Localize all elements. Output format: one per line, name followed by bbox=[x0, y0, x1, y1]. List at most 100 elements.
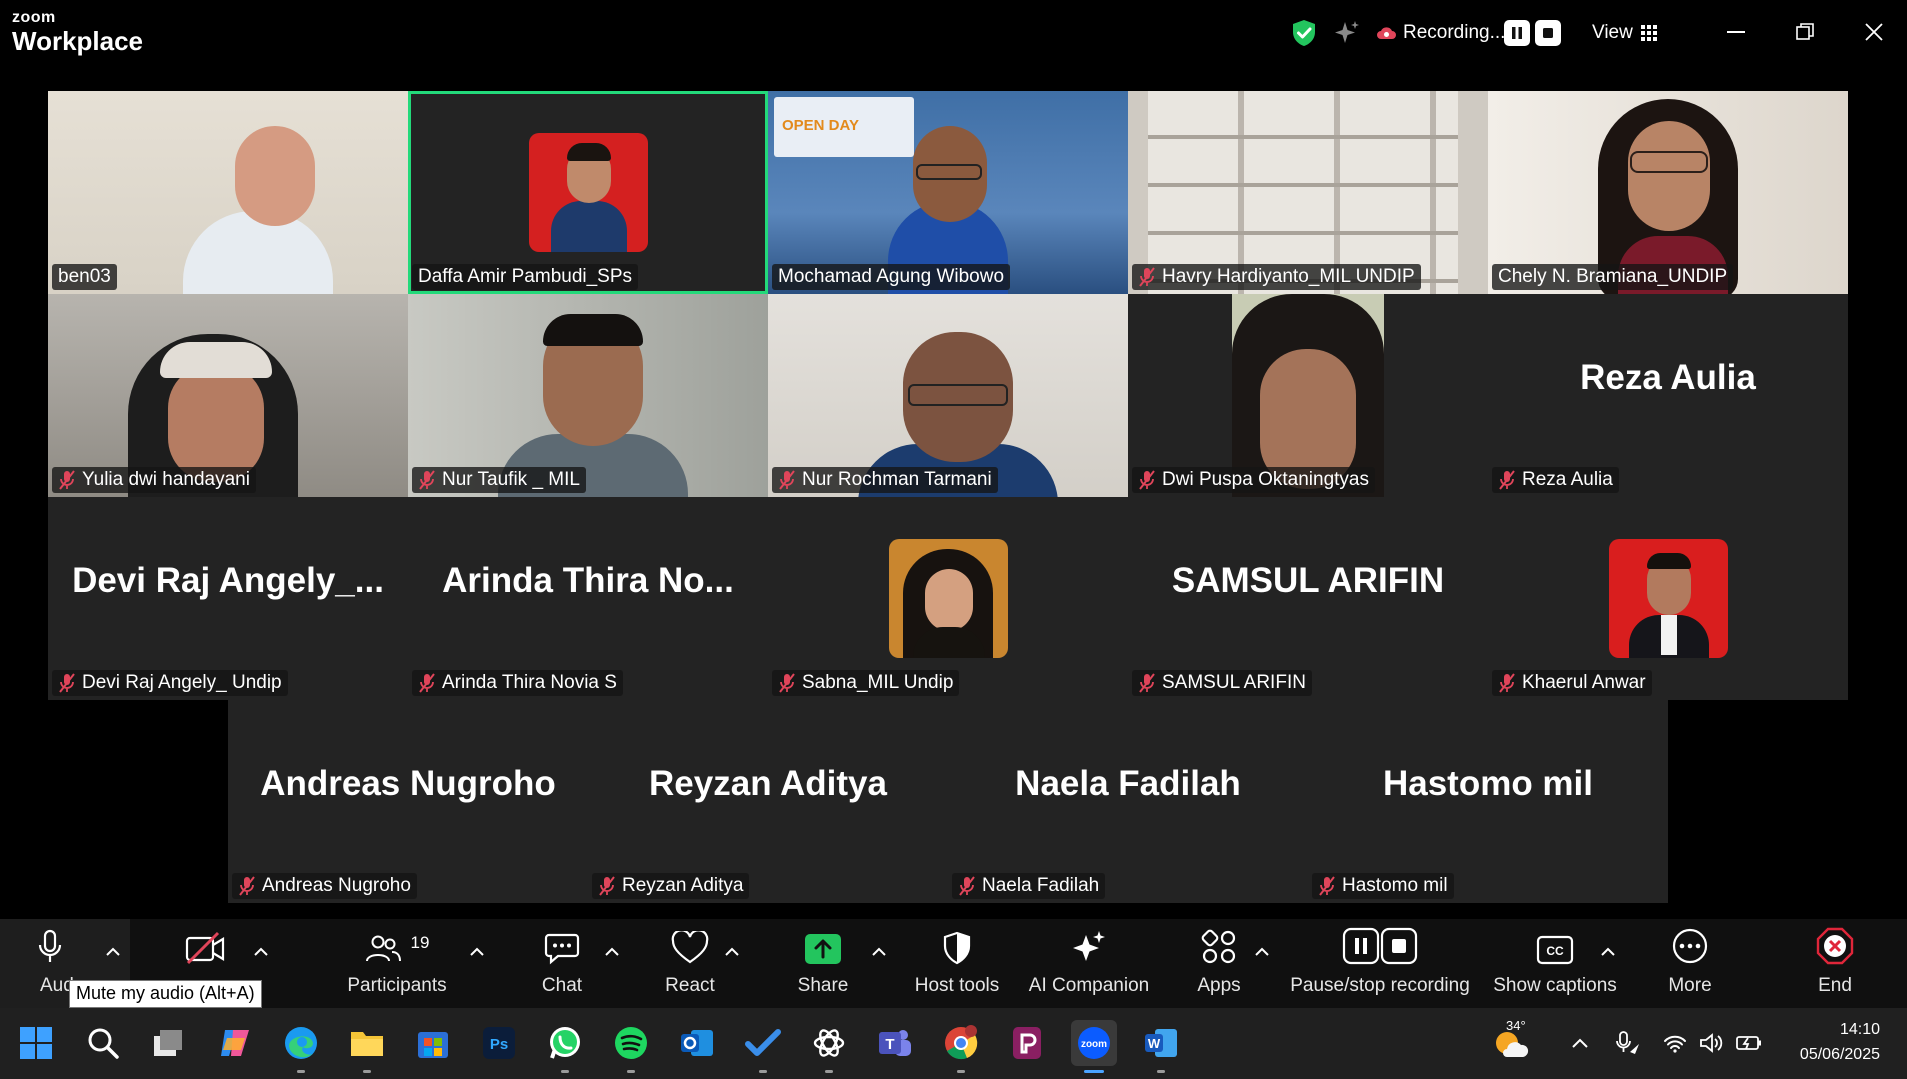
participant-name: Chely N. Bramiana_UNDIP bbox=[1492, 264, 1734, 290]
app-logo: zoom Workplace bbox=[12, 10, 143, 55]
video-options-caret-icon[interactable] bbox=[252, 945, 270, 959]
muted-mic-icon bbox=[419, 673, 435, 693]
participant-tile-reza[interactable]: Reza Aulia Reza Aulia bbox=[1488, 294, 1848, 497]
participant-tile-reyzan[interactable]: Reyzan Aditya Reyzan Aditya bbox=[588, 700, 948, 903]
participant-avatar bbox=[529, 133, 648, 252]
participant-tile-andreas[interactable]: Andreas Nugroho Andreas Nugroho bbox=[228, 700, 588, 903]
participant-tile-mochamad[interactable]: OPEN DAY Mochamad Agung Wibowo bbox=[768, 91, 1128, 294]
chat-options-caret-icon[interactable] bbox=[603, 945, 621, 959]
windows-start-icon[interactable] bbox=[13, 1020, 59, 1066]
participant-tile-dwi-puspa[interactable]: Dwi Puspa Oktaningtyas bbox=[1128, 294, 1488, 497]
participant-tile-hastomo[interactable]: Hastomo mil Hastomo mil bbox=[1308, 700, 1668, 903]
title-bar: zoom Workplace Recording... View bbox=[0, 0, 1907, 66]
battery-charging-icon[interactable] bbox=[1729, 1020, 1769, 1066]
share-label: Share bbox=[797, 975, 849, 996]
todo-icon[interactable] bbox=[740, 1020, 786, 1073]
chrome-icon[interactable] bbox=[938, 1020, 984, 1073]
pdf-icon[interactable] bbox=[1004, 1020, 1050, 1066]
chat-button[interactable]: Chat bbox=[522, 919, 602, 1008]
restore-button[interactable] bbox=[1785, 14, 1825, 50]
end-meeting-button[interactable]: End bbox=[1795, 919, 1875, 1008]
ai-companion-button[interactable]: AI Companion bbox=[1024, 919, 1154, 1008]
participant-name: Mochamad Agung Wibowo bbox=[772, 264, 1011, 290]
participants-options-caret-icon[interactable] bbox=[468, 945, 486, 959]
clock-time[interactable]: 14:10 bbox=[1770, 1021, 1880, 1039]
participant-tile-devi[interactable]: Devi Raj Angely_... Devi Raj Angely_ Und… bbox=[48, 497, 408, 700]
participant-tile-daffa[interactable]: Daffa Amir Pambudi_SPs bbox=[408, 91, 768, 294]
shield-check-icon[interactable] bbox=[1290, 16, 1318, 50]
participant-name: Dwi Puspa Oktaningtyas bbox=[1132, 467, 1375, 493]
volume-icon[interactable] bbox=[1692, 1020, 1732, 1066]
participant-tile-arinda[interactable]: Arinda Thira No... Arinda Thira Novia S bbox=[408, 497, 768, 700]
stop-recording-button[interactable] bbox=[1535, 16, 1561, 50]
muted-mic-icon bbox=[1319, 876, 1335, 896]
task-view-icon[interactable] bbox=[145, 1020, 191, 1066]
whatsapp-icon[interactable] bbox=[542, 1020, 588, 1073]
minimize-button[interactable] bbox=[1716, 14, 1756, 50]
pause-recording-button[interactable] bbox=[1504, 16, 1530, 50]
share-button[interactable]: Share bbox=[783, 919, 863, 1008]
captions-options-caret-icon[interactable] bbox=[1599, 945, 1617, 959]
participant-tile-ben03[interactable]: ben03 bbox=[48, 91, 408, 294]
clock-date[interactable]: 05/06/2025 bbox=[1770, 1046, 1880, 1064]
close-icon bbox=[1865, 23, 1883, 41]
view-button[interactable]: View bbox=[1592, 16, 1657, 50]
participants-label: Participants bbox=[347, 975, 447, 996]
wifi-icon[interactable] bbox=[1655, 1020, 1695, 1066]
participants-button[interactable]: 19 Participants bbox=[337, 919, 457, 1008]
muted-mic-icon bbox=[959, 876, 975, 896]
audio-options-caret-icon[interactable] bbox=[104, 945, 122, 959]
apps-options-caret-icon[interactable] bbox=[1253, 945, 1271, 959]
ai-companion-icon bbox=[1070, 919, 1108, 967]
edge-icon[interactable] bbox=[278, 1020, 324, 1073]
participant-tile-yulia[interactable]: Yulia dwi handayani bbox=[48, 294, 408, 497]
spotify-icon[interactable] bbox=[608, 1020, 654, 1073]
pause-stop-recording-button[interactable]: Pause/stop recording bbox=[1288, 919, 1472, 1008]
file-explorer-icon[interactable] bbox=[344, 1020, 390, 1073]
apps-button[interactable]: Apps bbox=[1179, 919, 1259, 1008]
host-tools-button[interactable]: Host tools bbox=[907, 919, 1007, 1008]
participant-tile-chely[interactable]: Chely N. Bramiana_UNDIP bbox=[1488, 91, 1848, 294]
show-hidden-icons-caret-icon[interactable] bbox=[1557, 1020, 1603, 1066]
participant-avatar bbox=[889, 539, 1008, 658]
participant-tile-naela[interactable]: Naela Fadilah Naela Fadilah bbox=[948, 700, 1308, 903]
muted-mic-icon bbox=[779, 673, 795, 693]
participant-name: Nur Taufik _ MIL bbox=[412, 467, 586, 493]
participant-name: Yulia dwi handayani bbox=[52, 467, 256, 493]
recording-indicator[interactable]: Recording... bbox=[1375, 16, 1505, 50]
share-options-caret-icon[interactable] bbox=[870, 945, 888, 959]
participant-tile-samsul[interactable]: SAMSUL ARIFIN SAMSUL ARIFIN bbox=[1128, 497, 1488, 700]
word-icon[interactable]: W bbox=[1138, 1020, 1184, 1073]
participant-name: Naela Fadilah bbox=[952, 873, 1106, 899]
microphone-in-use-icon[interactable] bbox=[1608, 1020, 1648, 1066]
zoom-icon[interactable]: zoom bbox=[1071, 1020, 1117, 1073]
show-captions-button[interactable]: CC Show captions bbox=[1490, 919, 1620, 1008]
outlook-icon[interactable] bbox=[674, 1020, 720, 1066]
teams-icon[interactable]: T bbox=[872, 1020, 918, 1066]
chat-icon bbox=[544, 919, 580, 967]
participant-display-name: Devi Raj Angely_... bbox=[72, 560, 384, 600]
muted-mic-icon bbox=[1499, 673, 1515, 693]
react-button[interactable]: React bbox=[650, 919, 730, 1008]
copilot-icon[interactable] bbox=[212, 1020, 258, 1066]
muted-mic-icon bbox=[59, 673, 75, 693]
apps-label: Apps bbox=[1197, 975, 1241, 996]
chatgpt-icon[interactable] bbox=[806, 1020, 852, 1073]
more-button[interactable]: More bbox=[1650, 919, 1730, 1008]
windows-taskbar: Ps T zoom W 34° 14:10 05/06/2025 bbox=[0, 1008, 1907, 1079]
search-icon[interactable] bbox=[80, 1020, 126, 1066]
ai-sparkle-icon[interactable] bbox=[1333, 16, 1361, 50]
participant-display-name: Arinda Thira No... bbox=[442, 560, 734, 600]
pause-stop-recording-label: Pause/stop recording bbox=[1290, 975, 1470, 996]
microsoft-store-icon[interactable] bbox=[410, 1020, 456, 1066]
participant-tile-khaerul[interactable]: Khaerul Anwar bbox=[1488, 497, 1848, 700]
participant-tile-havry[interactable]: Havry Hardiyanto_MIL UNDIP bbox=[1128, 91, 1488, 294]
svg-text:CC: CC bbox=[1546, 944, 1564, 958]
participant-tile-nur-taufik[interactable]: Nur Taufik _ MIL bbox=[408, 294, 768, 497]
close-button[interactable] bbox=[1854, 14, 1894, 50]
react-options-caret-icon[interactable] bbox=[723, 945, 741, 959]
participant-tile-nur-rochman[interactable]: Nur Rochman Tarmani bbox=[768, 294, 1128, 497]
view-label: View bbox=[1592, 22, 1633, 43]
participant-tile-sabna[interactable]: Sabna_MIL Undip bbox=[768, 497, 1128, 700]
photoshop-icon[interactable]: Ps bbox=[476, 1020, 522, 1066]
